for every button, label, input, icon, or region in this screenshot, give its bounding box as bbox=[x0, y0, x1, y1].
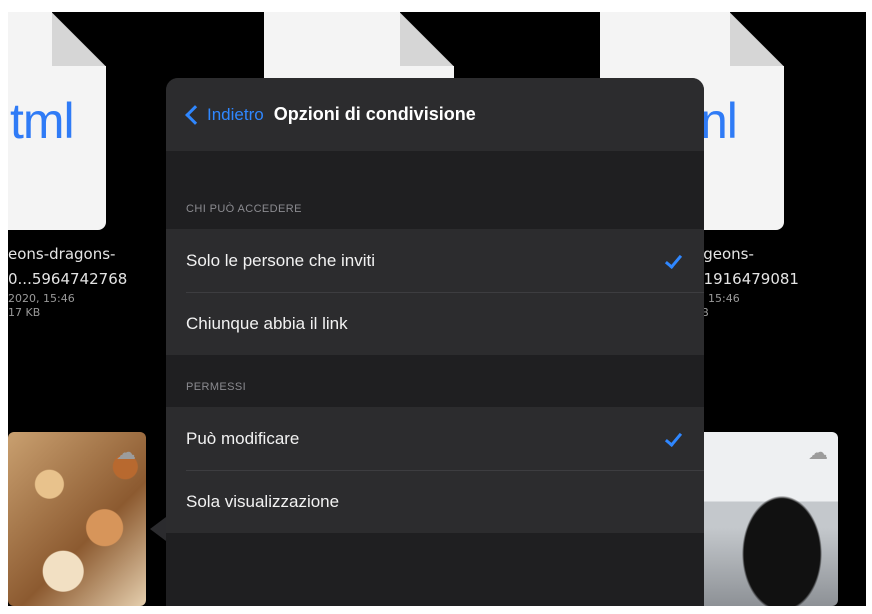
option-anyone-with-link[interactable]: Chiunque abbia il link bbox=[166, 292, 704, 355]
popover-nav-bar: Indietro Opzioni di condivisione bbox=[166, 78, 704, 151]
file-info-1[interactable]: eons-dragons- 0...5964742768 2020, 15:46… bbox=[8, 242, 127, 320]
section-header-permissions: PERMESSI bbox=[186, 381, 247, 393]
file-info-3[interactable]: ageons- 31916479081 0, 15:46 KB bbox=[694, 242, 799, 320]
file-size: 17 KB bbox=[8, 306, 41, 319]
sharing-options-popover: Indietro Opzioni di condivisione CHI PUÒ… bbox=[166, 78, 704, 606]
option-label: Solo le persone che inviti bbox=[186, 250, 376, 270]
option-label: Può modificare bbox=[186, 428, 300, 448]
popover-arrow bbox=[150, 517, 166, 541]
checkmark-icon bbox=[664, 252, 682, 270]
section-header-access: CHI PUÒ ACCEDERE bbox=[186, 203, 302, 215]
file-thumbnail-html-1[interactable]: tml bbox=[8, 12, 106, 230]
photo-thumbnail-food[interactable]: ☁ bbox=[8, 432, 146, 606]
back-button[interactable]: Indietro bbox=[184, 105, 264, 125]
popover-title: Opzioni di condivisione bbox=[273, 104, 476, 124]
file-name-line1: ageons- bbox=[694, 245, 754, 263]
files-app-background: tml eons-dragons- 0...5964742768 2020, 1… bbox=[8, 12, 866, 606]
cloud-download-icon[interactable]: ☁ bbox=[808, 440, 828, 465]
access-options-group: Solo le persone che inviti Chiunque abbi… bbox=[166, 229, 704, 355]
file-extension-label: tml bbox=[10, 93, 75, 149]
back-button-label: Indietro bbox=[207, 104, 264, 124]
option-label: Chiunque abbia il link bbox=[186, 313, 348, 333]
page-fold bbox=[52, 12, 106, 66]
file-size: KB bbox=[694, 306, 799, 320]
checkmark-icon bbox=[664, 430, 682, 448]
page-fold bbox=[400, 12, 454, 66]
file-name-line1: eons-dragons- bbox=[8, 245, 116, 263]
photo-thumbnail-car[interactable]: ☁ bbox=[698, 432, 838, 606]
permission-options-group: Può modificare Sola visualizzazione bbox=[166, 407, 704, 533]
option-can-edit[interactable]: Può modificare bbox=[166, 407, 704, 470]
option-invited-only[interactable]: Solo le persone che inviti bbox=[166, 229, 704, 292]
option-view-only[interactable]: Sola visualizzazione bbox=[166, 470, 704, 533]
file-name-line2: 0...5964742768 bbox=[8, 270, 128, 288]
file-extension-label: nl bbox=[700, 93, 738, 149]
file-name-line2: 31916479081 bbox=[694, 270, 799, 288]
cloud-download-icon[interactable]: ☁ bbox=[116, 440, 136, 465]
chevron-left-icon bbox=[185, 104, 205, 125]
file-date: 0, 15:46 bbox=[694, 292, 740, 305]
file-date: 2020, 15:46 bbox=[8, 292, 75, 305]
page-fold bbox=[730, 12, 784, 66]
option-label: Sola visualizzazione bbox=[186, 491, 340, 511]
